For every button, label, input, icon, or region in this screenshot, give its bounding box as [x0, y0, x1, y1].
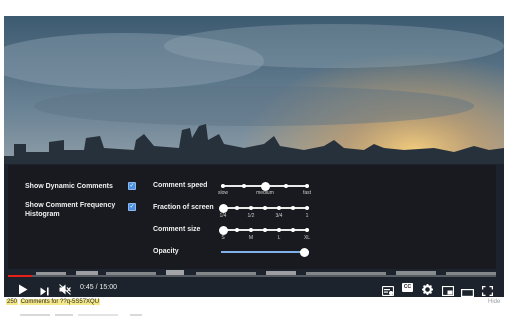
slider-tick-label: S [221, 235, 225, 241]
slider-tick-label: XL [303, 235, 311, 241]
slider-step-dot[interactable] [284, 184, 288, 188]
cropped-text-row [20, 314, 142, 316]
slider-tick-label: L [277, 235, 281, 241]
slider-step-dot[interactable] [235, 228, 239, 232]
opacity-slider[interactable] [221, 246, 309, 258]
slider-track [221, 251, 309, 253]
time-display: 0:45 / 15:00 [80, 284, 117, 291]
show-dynamic-comments-label: Show Dynamic Comments [25, 183, 113, 190]
slider-tick-label: M [248, 235, 254, 241]
slider-thumb[interactable] [218, 203, 228, 213]
opacity-label: Opacity [153, 248, 179, 255]
fraction-of-screen-label: Fraction of screen [153, 204, 214, 211]
slider-step-dot[interactable] [249, 206, 253, 210]
total-time: 15:00 [99, 284, 117, 291]
comment-settings-panel: Show Dynamic Comments ✓ Show Comment Fre… [8, 165, 496, 269]
comment-size-label: Comment size [153, 226, 201, 233]
slider-tick-label: slow [217, 190, 228, 196]
comment-speed-tick-labels: slow medium fast [218, 190, 311, 197]
fraction-of-screen-tick-labels: 1/4 1/2 3/4 1 [220, 213, 309, 220]
slider-step-dot[interactable] [305, 184, 309, 188]
cc-label: CC [402, 283, 413, 292]
comment-frequency-histogram [36, 270, 496, 275]
comments-toggle-icon[interactable] [381, 283, 395, 301]
slider-step-dot[interactable] [277, 206, 281, 210]
subtitles-icon[interactable]: CC [402, 283, 413, 292]
comment-count: 250 [6, 299, 19, 305]
slider-thumb[interactable] [300, 247, 309, 257]
slider-step-dot[interactable] [263, 228, 267, 232]
miniplayer-icon[interactable] [441, 283, 455, 301]
current-time: 0:45 [80, 284, 94, 291]
slider-step-dot[interactable] [263, 206, 267, 210]
progress-bar-played [8, 275, 33, 277]
show-histogram-checkbox[interactable]: ✓ [128, 203, 136, 211]
play-icon[interactable] [18, 282, 28, 300]
comments-caption: 250 Comments for ??q-5S57XQU [6, 299, 101, 305]
slider-step-dot[interactable] [249, 228, 253, 232]
slider-tick-label: 1/2 [247, 213, 255, 219]
slider-step-dot[interactable] [235, 206, 239, 210]
progress-bar[interactable] [8, 275, 496, 277]
slider-tick-label: medium [256, 190, 274, 196]
slider-tick-label: 1 [305, 213, 309, 219]
comment-speed-label: Comment speed [153, 182, 208, 189]
theater-icon[interactable] [461, 284, 475, 302]
show-histogram-label: Show Comment Frequency Histogram [25, 202, 116, 218]
mute-icon[interactable] [59, 282, 71, 300]
slider-tick-label: 3/4 [275, 213, 283, 219]
slider-step-dot[interactable] [221, 184, 225, 188]
slider-tick-label: fast [302, 190, 312, 196]
comment-size-tick-labels: S M L XL [221, 235, 310, 242]
slider-step-dot[interactable] [242, 184, 246, 188]
slider-step-dot[interactable] [277, 228, 281, 232]
slider-step-dot[interactable] [305, 228, 309, 232]
settings-icon[interactable] [422, 282, 433, 300]
show-dynamic-comments-checkbox[interactable]: ✓ [128, 182, 136, 190]
slider-tick-label: 1/4 [219, 213, 227, 219]
slider-step-dot[interactable] [291, 206, 295, 210]
slider-thumb[interactable] [218, 225, 228, 235]
hide-link[interactable]: Hide [488, 299, 500, 305]
caption-text: Comments for ??q-5S57XQU [19, 299, 101, 305]
slider-step-dot[interactable] [291, 228, 295, 232]
slider-step-dot[interactable] [305, 206, 309, 210]
